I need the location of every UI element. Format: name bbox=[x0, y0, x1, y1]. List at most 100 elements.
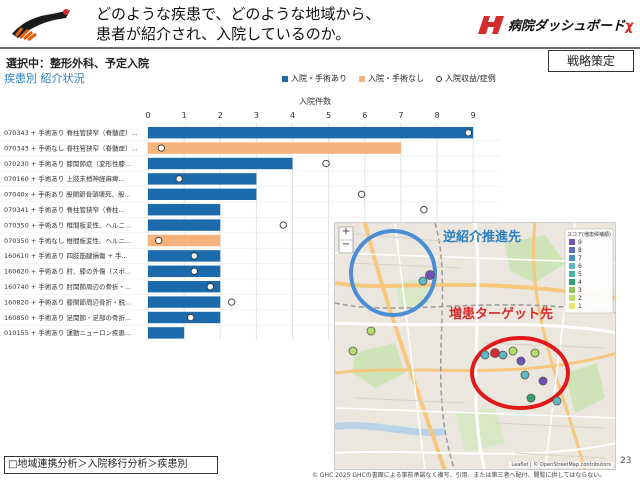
header-divider bbox=[0, 47, 640, 49]
company-logo-icon bbox=[12, 9, 70, 42]
map-marker[interactable] bbox=[498, 350, 508, 360]
map-marker[interactable] bbox=[516, 356, 526, 366]
map-legend-item: 6 bbox=[569, 262, 611, 270]
row-label[interactable]: 160850 + 手術あり 足関節・足部の骨折... bbox=[4, 313, 131, 322]
map-marker[interactable] bbox=[366, 326, 376, 336]
bar-mark[interactable] bbox=[148, 327, 185, 339]
revenue-point[interactable] bbox=[190, 252, 198, 260]
bar-mark[interactable] bbox=[148, 173, 257, 185]
brand-h-icon bbox=[478, 16, 504, 34]
row-label[interactable]: 070230 + 手術あり 膝関節症（変形性膝... bbox=[4, 159, 131, 168]
top-tick-label: 6 bbox=[362, 111, 367, 120]
revenue-point[interactable] bbox=[464, 129, 473, 137]
map-legend-swatch bbox=[569, 263, 575, 269]
row-label[interactable]: 070350 + 手術なし 椎間板変性、ヘルニ... bbox=[4, 236, 131, 245]
map-marker[interactable] bbox=[490, 348, 500, 358]
row-label[interactable]: 070160 + 手術あり 上肢末梢神経麻痺... bbox=[4, 174, 125, 183]
map-marker[interactable] bbox=[538, 376, 548, 386]
bar-mark[interactable] bbox=[148, 188, 257, 200]
page-title: どのような疾患で、どのような地域から、 患者が紹介され、入院しているのか。 bbox=[96, 4, 380, 44]
page-title-line1: どのような疾患で、どのような地域から、 bbox=[96, 5, 381, 23]
map-legend-label: 3 bbox=[578, 286, 582, 294]
revenue-point[interactable] bbox=[175, 175, 183, 183]
map-legend-item: 3 bbox=[569, 286, 611, 294]
top-tick-label: 0 bbox=[145, 111, 150, 120]
revenue-point[interactable] bbox=[279, 221, 287, 229]
top-tick-label: 7 bbox=[398, 111, 403, 120]
map-marker[interactable] bbox=[425, 270, 435, 280]
row-label[interactable]: 070350 + 手術あり 椎間板変性、ヘルニ... bbox=[4, 220, 131, 229]
map-legend-swatch bbox=[569, 295, 575, 301]
row-label[interactable]: 070341 + 手術あり 脊柱管狭窄（脊柱... bbox=[4, 205, 125, 214]
brand-name: 病院ダッシュボード bbox=[508, 19, 626, 34]
revenue-point[interactable] bbox=[420, 206, 428, 214]
legend-item-surgery-yes[interactable]: 入院・手術あり bbox=[282, 73, 347, 84]
bar-mark[interactable] bbox=[148, 204, 221, 216]
map-legend-swatch bbox=[569, 247, 575, 253]
map-legend-title: スコア(増患候補順) bbox=[567, 232, 611, 238]
page-number: 23 bbox=[620, 456, 632, 466]
revenue-point[interactable] bbox=[155, 236, 163, 245]
row-label[interactable]: 010155 + 手術あり 運動ニューロン疾患... bbox=[4, 328, 131, 337]
row-label[interactable]: 07040x + 手術あり 股関節骨頭壊死、股... bbox=[4, 190, 131, 199]
map-marker[interactable] bbox=[418, 276, 428, 286]
map-legend-item: 9 bbox=[569, 238, 611, 246]
map-legend-label: 4 bbox=[578, 278, 582, 286]
revenue-point[interactable] bbox=[206, 283, 214, 291]
map-legend-swatch bbox=[569, 255, 575, 261]
callout-red-label: 増患ターゲット先 bbox=[449, 307, 554, 322]
zoom-out-button[interactable]: − bbox=[340, 239, 352, 251]
revenue-point[interactable] bbox=[157, 144, 166, 152]
revenue-point[interactable] bbox=[357, 190, 366, 198]
legend-item-surgery-no[interactable]: 入院・手術なし bbox=[359, 73, 424, 84]
map-marker[interactable] bbox=[530, 348, 540, 358]
bar-mark[interactable] bbox=[148, 219, 221, 231]
row-label[interactable]: 160740 + 手術あり 肘関節周辺の骨折・... bbox=[4, 282, 131, 291]
top-axis-title: 入院件数 bbox=[299, 96, 331, 106]
map-legend-item: 5 bbox=[569, 270, 611, 278]
map-attribution[interactable]: Leaflet | © OpenStreetMap contributors bbox=[509, 462, 613, 468]
map-legend-swatch bbox=[569, 271, 575, 277]
bar-mark[interactable] bbox=[148, 265, 221, 277]
map-marker[interactable] bbox=[348, 346, 358, 356]
selection-label: 選択中：整形外科、予定入院 bbox=[6, 57, 149, 70]
row-label[interactable]: 160610 + 手術あり 四肢筋腱損傷 + 手... bbox=[4, 251, 128, 260]
row-label[interactable]: 160820 + 手術あり 膝関節周辺骨折・脱... bbox=[4, 297, 131, 306]
legend-item-revenue[interactable]: 入院収益/症例 bbox=[436, 73, 496, 84]
map-marker[interactable] bbox=[526, 393, 536, 403]
bar-mark[interactable] bbox=[148, 127, 474, 139]
row-label[interactable]: 160620 + 手術あり 肘、膝の外傷（スポ... bbox=[4, 267, 131, 276]
brand-logo: 病院ダッシュボードχ bbox=[476, 14, 636, 36]
section-subtitle: 疾患別 紹介状況 bbox=[4, 72, 85, 85]
referral-map[interactable]: + − 逆紹介推進先 増患ターゲット先 スコア(増患候補順) 987654321… bbox=[334, 222, 616, 470]
breadcrumb[interactable]: □地域連携分析＞入院移行分析＞疾患別 bbox=[4, 456, 218, 474]
map-marker[interactable] bbox=[552, 396, 562, 406]
strategy-badge: 戦略策定 bbox=[548, 50, 634, 72]
bar-mark[interactable] bbox=[148, 157, 293, 170]
revenue-point[interactable] bbox=[322, 159, 330, 168]
map-legend-swatch bbox=[569, 287, 575, 293]
bar-mark[interactable] bbox=[148, 250, 221, 262]
map-legend-label: 2 bbox=[578, 294, 582, 302]
row-label[interactable]: 070343 + 手術あり 脊柱管狭窄（脊髄症）... bbox=[4, 128, 138, 137]
bar-mark[interactable] bbox=[148, 296, 221, 308]
zoom-in-button[interactable]: + bbox=[340, 226, 352, 238]
revenue-point[interactable] bbox=[190, 267, 198, 275]
map-marker[interactable] bbox=[520, 370, 530, 380]
header: どのような疾患で、どのような地域から、 患者が紹介され、入院しているのか。 病院… bbox=[0, 0, 640, 44]
map-legend-label: 5 bbox=[578, 270, 582, 278]
revenue-point[interactable] bbox=[228, 298, 236, 306]
bar-mark[interactable] bbox=[148, 142, 401, 154]
bar-mark[interactable] bbox=[148, 311, 221, 324]
top-tick-label: 1 bbox=[182, 111, 187, 120]
map-legend-item: 8 bbox=[569, 246, 611, 254]
revenue-point[interactable] bbox=[187, 313, 195, 322]
map-legend-item: 4 bbox=[569, 278, 611, 286]
map-legend-label: 7 bbox=[578, 254, 582, 262]
map-legend-label: 8 bbox=[578, 246, 582, 254]
top-tick-label: 9 bbox=[471, 111, 476, 120]
top-tick-label: 5 bbox=[326, 111, 331, 120]
map-marker[interactable] bbox=[508, 346, 518, 356]
row-label[interactable]: 070343 + 手術なし 脊柱管狭窄（脊髄症）... bbox=[4, 143, 138, 152]
map-marker[interactable] bbox=[480, 350, 490, 360]
